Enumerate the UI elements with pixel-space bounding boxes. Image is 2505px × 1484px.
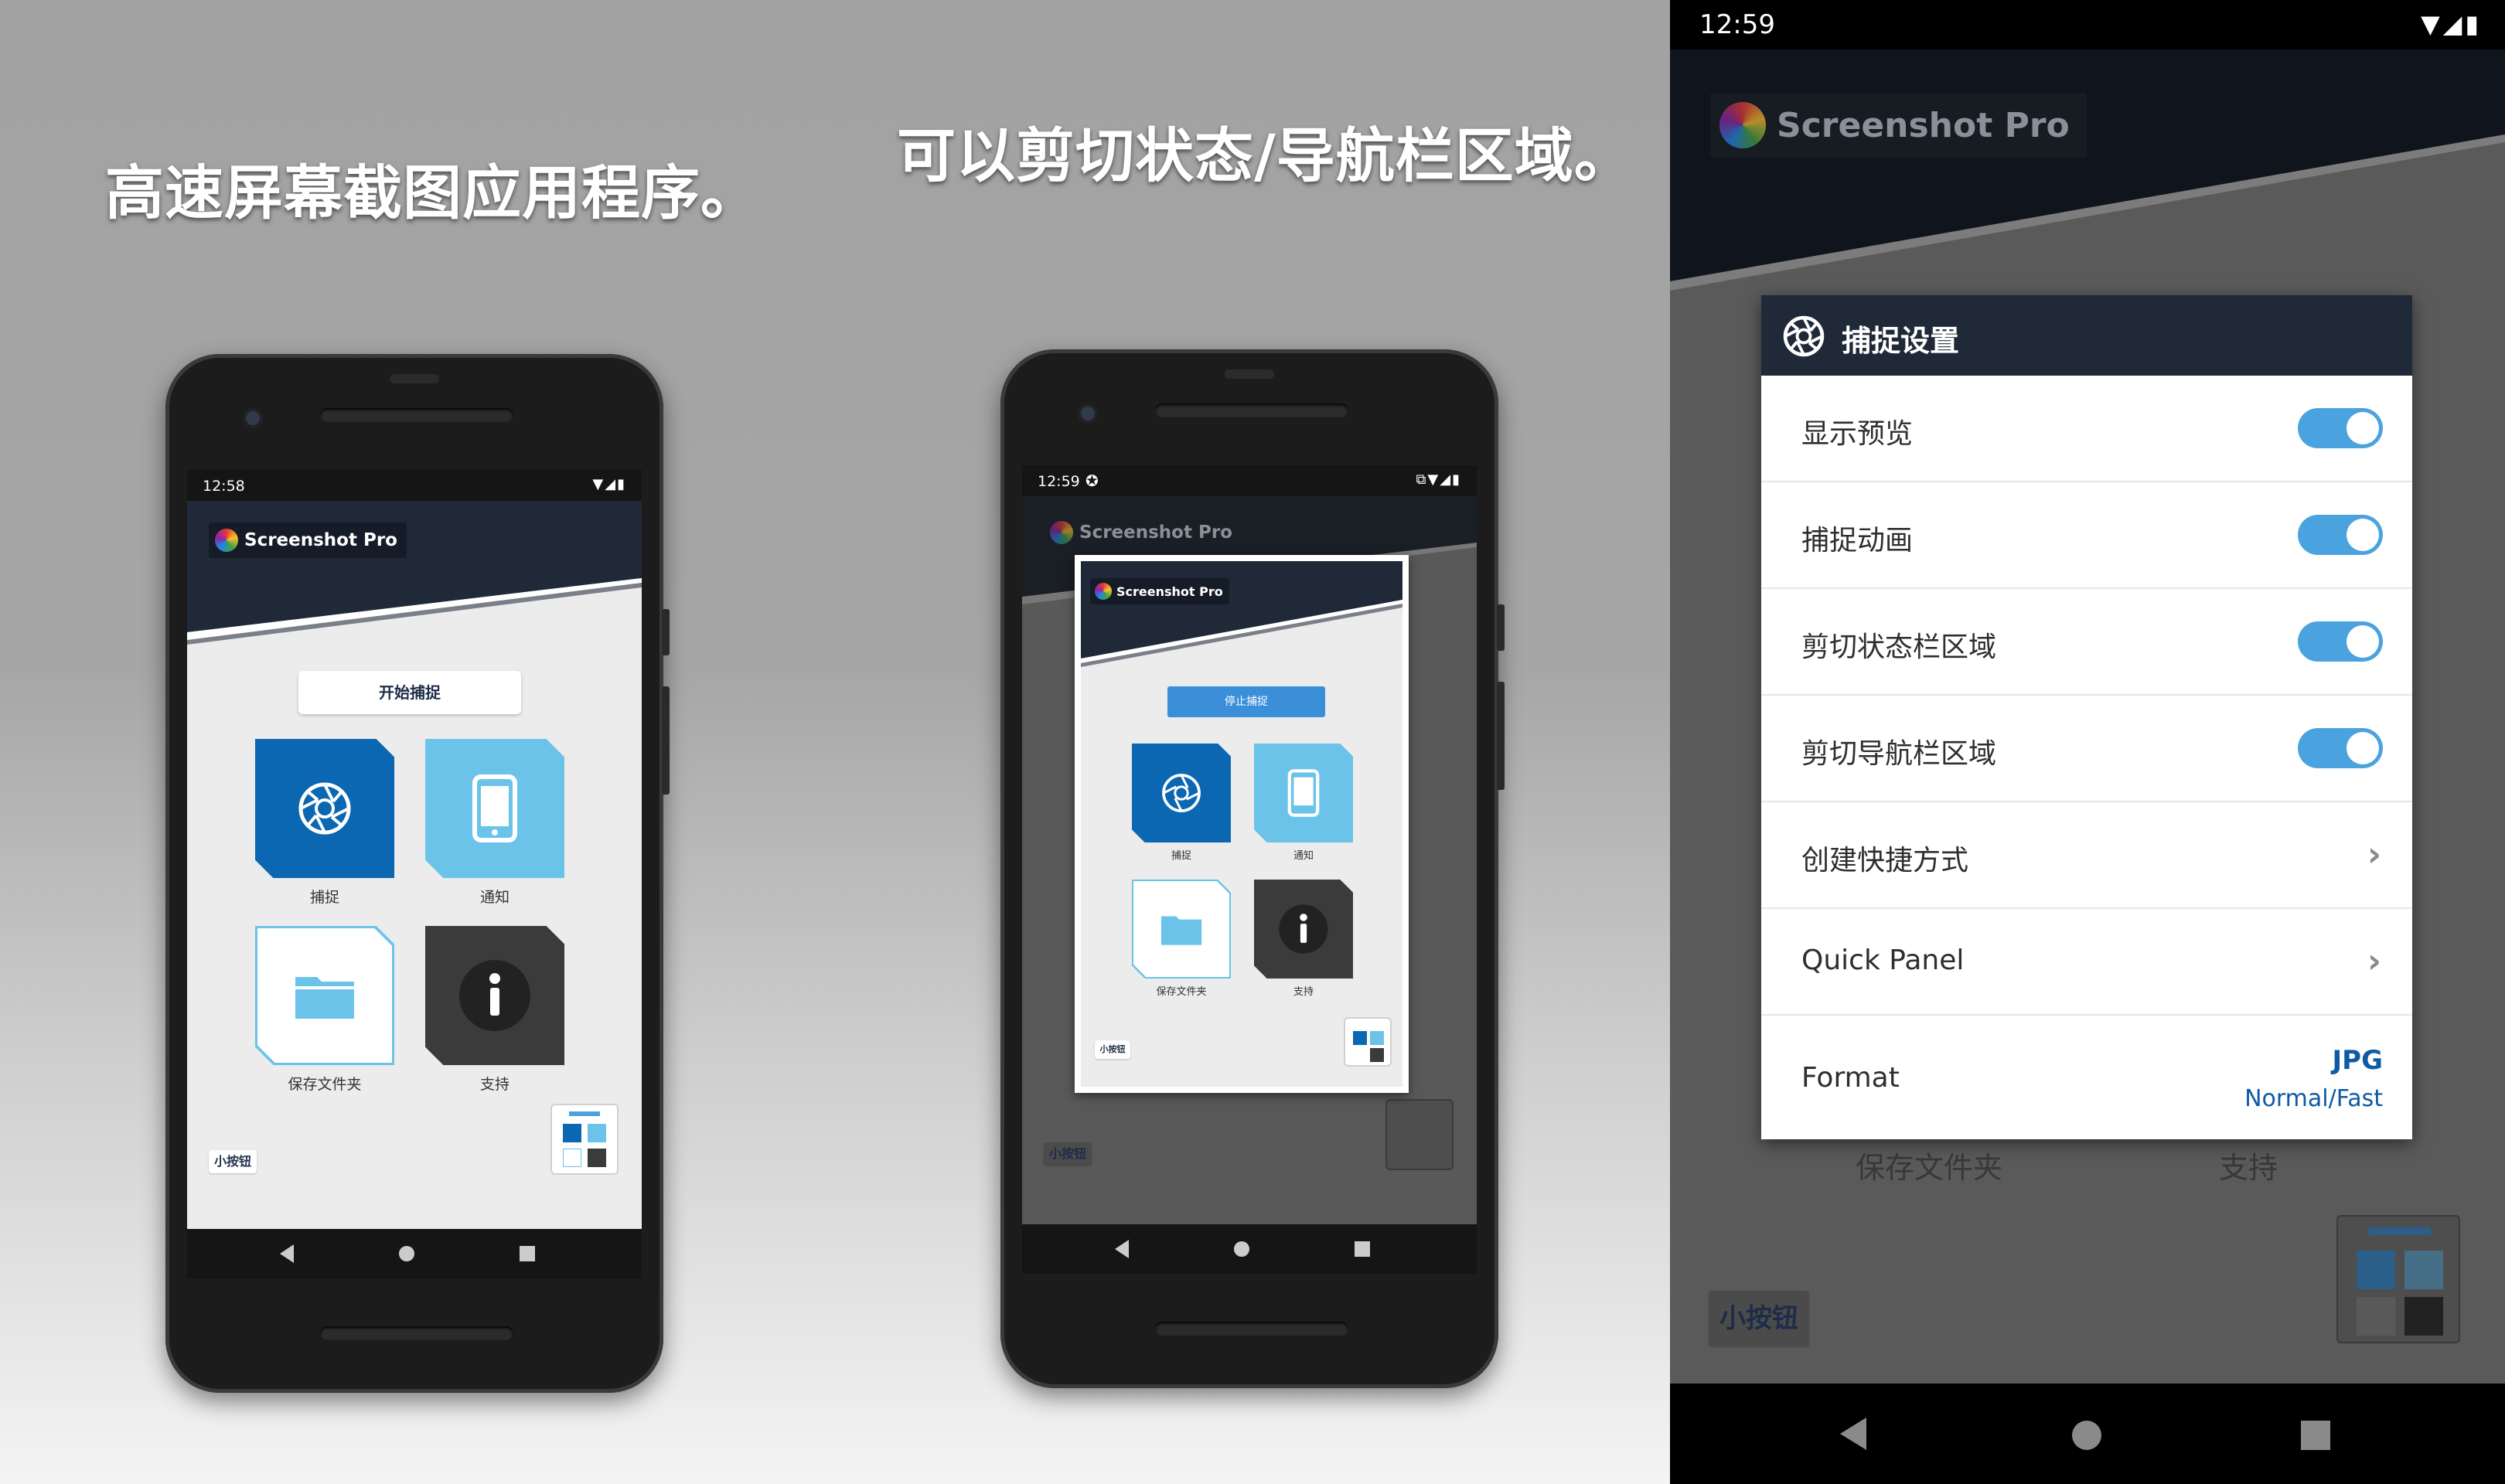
- header-background: [1670, 49, 2505, 291]
- mini-button-badge: 小按钮: [1709, 1291, 1809, 1346]
- shutter-icon: [1783, 315, 1825, 357]
- status-icons: ▼◢▮: [2421, 9, 2482, 39]
- setting-row-create-shortcut[interactable]: 创建快捷方式 ›: [1761, 802, 2412, 909]
- phone-mockup-middle: 12:59 ✪ ⧉▼◢▮ Screenshot Pro 小按钮 Screensh…: [1000, 349, 1505, 1388]
- chevron-right-icon: ›: [2367, 835, 2381, 874]
- recents-icon[interactable]: [2301, 1421, 2330, 1450]
- mini-widget-dimmed: [1385, 1099, 1454, 1170]
- status-icons: ▼◢▮: [592, 476, 626, 492]
- navigation-bar: [1022, 1224, 1477, 1274]
- capture-settings-dialog: 捕捉设置 显示预览 捕捉动画 剪切状态栏区域 剪切导航栏区域 创建快捷方式 › …: [1761, 295, 2412, 1139]
- back-icon[interactable]: [1840, 1418, 1866, 1450]
- phone-icon: [472, 774, 517, 842]
- start-capture-button[interactable]: 开始捕捉: [298, 671, 521, 714]
- app-name: Screenshot Pro: [244, 530, 397, 550]
- phone-icon: [1287, 769, 1320, 817]
- status-bar: 12:59 ▼◢▮: [1670, 0, 2505, 49]
- screenshot-preview-card[interactable]: Screenshot Pro 停止捕捉 捕捉 通知 保存文件夹 支持 小按钮: [1075, 555, 1409, 1093]
- support-tile[interactable]: [425, 926, 564, 1065]
- phone-mockup-left: 12:58 ▼◢▮ Screenshot Pro 开始捕捉 捕捉 通知 保存文件…: [165, 354, 670, 1393]
- earpiece: [320, 408, 513, 422]
- app-header: Screenshot Pro: [187, 501, 642, 655]
- app-logo-icon: [215, 529, 238, 552]
- notification-tile[interactable]: [425, 739, 564, 878]
- earpiece: [1155, 403, 1348, 417]
- notification-tile-label: 通知: [479, 889, 510, 906]
- dialog-header: 捕捉设置: [1761, 295, 2412, 376]
- capture-animation-toggle[interactable]: [2298, 515, 2383, 555]
- bg-label-support: 支持: [2219, 1151, 2278, 1185]
- preview-app-logo: Screenshot Pro: [1090, 578, 1229, 604]
- back-icon[interactable]: [1115, 1240, 1129, 1258]
- folder-icon: [295, 977, 354, 1019]
- recents-icon[interactable]: [1355, 1241, 1370, 1257]
- mini-button-badge-dimmed: 小按钮: [1044, 1142, 1092, 1166]
- promo-caption-left: 高速屏幕截图应用程序。: [105, 158, 760, 227]
- navigation-bar: [187, 1229, 642, 1278]
- setting-row-show-preview[interactable]: 显示预览: [1761, 376, 2412, 482]
- setting-row-capture-animation[interactable]: 捕捉动画: [1761, 482, 2412, 589]
- save-folder-tile-label: 保存文件夹: [288, 1076, 362, 1093]
- phone-screen: 12:58 ▼◢▮ Screenshot Pro 开始捕捉 捕捉 通知 保存文件…: [187, 470, 642, 1278]
- capture-tile-label: 捕捉: [309, 889, 339, 906]
- chevron-right-icon: ›: [2367, 941, 2381, 981]
- bg-label-save-folder: 保存文件夹: [1856, 1151, 2003, 1185]
- show-preview-toggle[interactable]: [2298, 408, 2383, 448]
- crop-status-bar-toggle[interactable]: [2298, 621, 2383, 662]
- promo-background: 高速屏幕截图应用程序。 可以剪切状态/导航栏区域。 12:58 ▼◢▮ Scre…: [0, 0, 1670, 1484]
- mini-button-badge[interactable]: 小按钮: [209, 1150, 257, 1173]
- folder-icon: [1160, 916, 1202, 945]
- support-tile-label: 支持: [479, 1076, 510, 1093]
- status-bar: 12:58 ▼◢▮: [187, 470, 642, 501]
- dialog-title: 捕捉设置: [1842, 324, 1960, 358]
- status-time: 12:58: [203, 478, 245, 495]
- shutter-icon: [1162, 774, 1201, 812]
- bottom-speaker: [1155, 1322, 1348, 1336]
- app-logo: Screenshot Pro: [209, 522, 407, 558]
- mini-widget-preview: [2336, 1215, 2460, 1343]
- settings-screen: 12:59 ▼◢▮ Screenshot Pro 保存文件夹 支持 小按钮 捕捉…: [1670, 0, 2505, 1484]
- preview-stop-button: 停止捕捉: [1167, 686, 1325, 717]
- status-icons: ⧉▼◢▮: [1416, 471, 1461, 488]
- status-bar: 12:59 ✪ ⧉▼◢▮: [1022, 465, 1477, 496]
- format-value: JPG: [2332, 1045, 2383, 1076]
- capture-status-icon: ✪: [1086, 471, 1099, 490]
- bottom-speaker: [320, 1326, 513, 1340]
- format-subvalue: Normal/Fast: [2244, 1085, 2383, 1112]
- home-icon[interactable]: [399, 1246, 414, 1261]
- setting-row-crop-nav-bar[interactable]: 剪切导航栏区域: [1761, 696, 2412, 802]
- recents-icon[interactable]: [520, 1246, 535, 1261]
- info-icon: [1279, 904, 1328, 954]
- navigation-bar: [1670, 1384, 2505, 1484]
- app-name: Screenshot Pro: [1777, 105, 2070, 145]
- status-time: 12:59: [1699, 9, 1775, 40]
- crop-nav-bar-toggle[interactable]: [2298, 728, 2383, 768]
- info-icon: [459, 960, 530, 1031]
- setting-row-crop-status-bar[interactable]: 剪切状态栏区域: [1761, 589, 2412, 696]
- capture-tile[interactable]: [255, 739, 394, 878]
- promo-caption-middle: 可以剪切状态/导航栏区域。: [897, 121, 1634, 190]
- setting-row-format[interactable]: Format JPG Normal/Fast: [1761, 1016, 2412, 1139]
- app-logo-icon: [1719, 102, 1766, 148]
- home-icon[interactable]: [2072, 1421, 2101, 1450]
- setting-row-quick-panel[interactable]: Quick Panel ›: [1761, 909, 2412, 1016]
- app-logo-dimmed: Screenshot Pro: [1044, 515, 1242, 550]
- app-logo: Screenshot Pro: [1710, 93, 2087, 158]
- mini-widget-preview[interactable]: [550, 1104, 619, 1175]
- front-camera: [243, 408, 263, 428]
- home-icon[interactable]: [1234, 1241, 1249, 1257]
- phone-screen: 12:59 ✪ ⧉▼◢▮ Screenshot Pro 小按钮 Screensh…: [1022, 465, 1477, 1274]
- save-folder-tile[interactable]: [255, 926, 394, 1065]
- shutter-icon: [298, 782, 351, 835]
- back-icon[interactable]: [280, 1244, 294, 1263]
- status-time: 12:59: [1038, 473, 1080, 490]
- front-camera: [1078, 403, 1098, 424]
